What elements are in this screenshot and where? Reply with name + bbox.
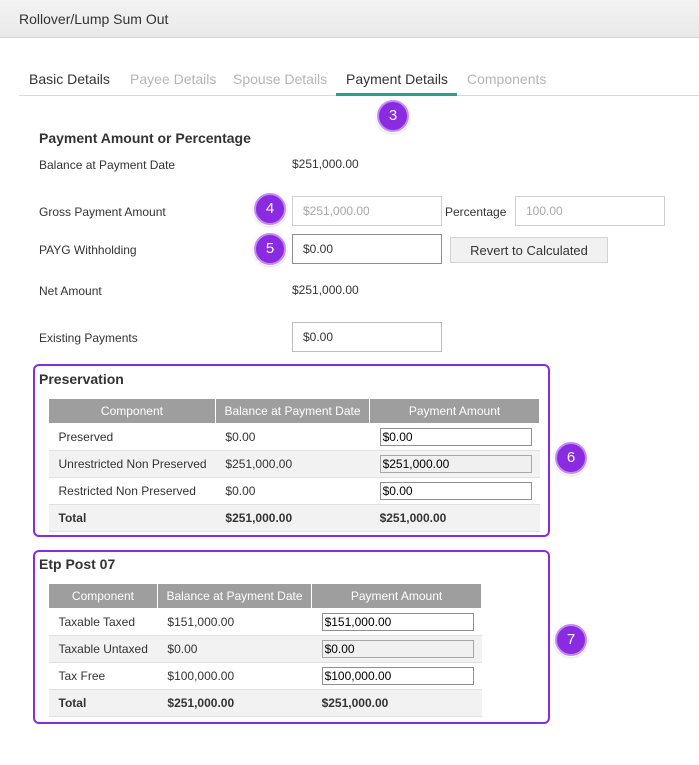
percentage-label: Percentage bbox=[445, 205, 507, 219]
callout-badge-4: 4 bbox=[254, 193, 286, 225]
tab-components: Components bbox=[467, 71, 547, 87]
table-row: Tax Free $100,000.00 bbox=[48, 662, 482, 690]
balance-cell: $251,000.00 bbox=[215, 450, 370, 478]
callout-badge-6: 6 bbox=[555, 442, 587, 474]
column-header-payment: Payment Amount bbox=[311, 583, 482, 609]
balance-cell: $151,000.00 bbox=[157, 608, 312, 636]
balance-cell: $0.00 bbox=[157, 635, 312, 663]
existing-payments-label: Existing Payments bbox=[39, 331, 138, 345]
total-payment: $251,000.00 bbox=[311, 689, 482, 717]
net-amount-label: Net Amount bbox=[39, 284, 102, 298]
payment-amount-input bbox=[379, 455, 532, 473]
callout-badge-7: 7 bbox=[555, 624, 587, 656]
balance-cell: $0.00 bbox=[215, 423, 370, 451]
table-total-row: Total $251,000.00 $251,000.00 bbox=[48, 689, 482, 717]
percentage-field[interactable] bbox=[515, 196, 665, 226]
table-header-row: Component Balance at Payment Date Paymen… bbox=[48, 583, 482, 609]
payg-field[interactable] bbox=[292, 234, 442, 264]
total-balance: $251,000.00 bbox=[157, 689, 312, 717]
active-tab-indicator bbox=[336, 93, 457, 96]
net-amount-value: $251,000.00 bbox=[292, 283, 359, 297]
preservation-table: Component Balance at Payment Date Paymen… bbox=[48, 398, 540, 532]
table-total-row: Total $251,000.00 $251,000.00 bbox=[48, 504, 540, 532]
payg-label: PAYG Withholding bbox=[39, 243, 137, 257]
existing-payments-field[interactable] bbox=[292, 322, 442, 352]
table-row: Unrestricted Non Preserved $251,000.00 bbox=[48, 450, 540, 478]
gross-payment-field[interactable] bbox=[292, 196, 442, 226]
total-payment: $251,000.00 bbox=[369, 504, 540, 532]
tab-bar: Basic Details Payee Details Spouse Detai… bbox=[19, 60, 699, 96]
total-balance: $251,000.00 bbox=[215, 504, 370, 532]
tab-spouse-details: Spouse Details bbox=[233, 71, 328, 87]
table-row: Taxable Untaxed $0.00 bbox=[48, 635, 482, 663]
component-cell: Tax Free bbox=[48, 662, 158, 690]
balance-cell: $100,000.00 bbox=[157, 662, 312, 690]
payment-amount-input[interactable] bbox=[321, 667, 474, 685]
component-cell: Taxable Untaxed bbox=[48, 635, 158, 663]
total-label: Total bbox=[48, 504, 216, 532]
payment-section-title: Payment Amount or Percentage bbox=[39, 130, 251, 146]
total-label: Total bbox=[48, 689, 158, 717]
column-header-balance: Balance at Payment Date bbox=[214, 398, 371, 424]
balance-label: Balance at Payment Date bbox=[39, 158, 176, 172]
table-row: Restricted Non Preserved $0.00 bbox=[48, 477, 540, 505]
table-header-row: Component Balance at Payment Date Paymen… bbox=[48, 398, 540, 424]
gross-payment-label: Gross Payment Amount bbox=[39, 205, 166, 219]
column-header-balance: Balance at Payment Date bbox=[156, 583, 313, 609]
payment-amount-input[interactable] bbox=[379, 482, 532, 500]
table-row: Taxable Taxed $151,000.00 bbox=[48, 608, 482, 636]
etp-table: Component Balance at Payment Date Paymen… bbox=[48, 583, 482, 717]
component-cell: Taxable Taxed bbox=[48, 608, 158, 636]
table-row: Preserved $0.00 bbox=[48, 423, 540, 451]
window-title: Rollover/Lump Sum Out bbox=[19, 11, 169, 27]
window-titlebar: Rollover/Lump Sum Out bbox=[0, 0, 699, 38]
preservation-title: Preservation bbox=[39, 371, 124, 387]
tab-payee-details: Payee Details bbox=[130, 71, 217, 87]
callout-badge-3: 3 bbox=[377, 100, 409, 132]
component-cell: Unrestricted Non Preserved bbox=[48, 450, 216, 478]
column-header-component: Component bbox=[48, 398, 216, 424]
tab-basic-details[interactable]: Basic Details bbox=[29, 71, 110, 87]
revert-to-calculated-button[interactable]: Revert to Calculated bbox=[450, 237, 608, 263]
component-cell: Restricted Non Preserved bbox=[48, 477, 216, 505]
payment-amount-input[interactable] bbox=[379, 428, 532, 446]
tab-payment-details[interactable]: Payment Details bbox=[346, 71, 448, 87]
component-cell: Preserved bbox=[48, 423, 216, 451]
payment-amount-input[interactable] bbox=[321, 613, 474, 631]
balance-cell: $0.00 bbox=[215, 477, 370, 505]
payment-amount-input bbox=[321, 640, 474, 658]
column-header-component: Component bbox=[48, 583, 158, 609]
etp-title: Etp Post 07 bbox=[39, 556, 116, 572]
balance-value: $251,000.00 bbox=[292, 157, 359, 171]
column-header-payment: Payment Amount bbox=[369, 398, 540, 424]
callout-badge-5: 5 bbox=[254, 233, 286, 265]
